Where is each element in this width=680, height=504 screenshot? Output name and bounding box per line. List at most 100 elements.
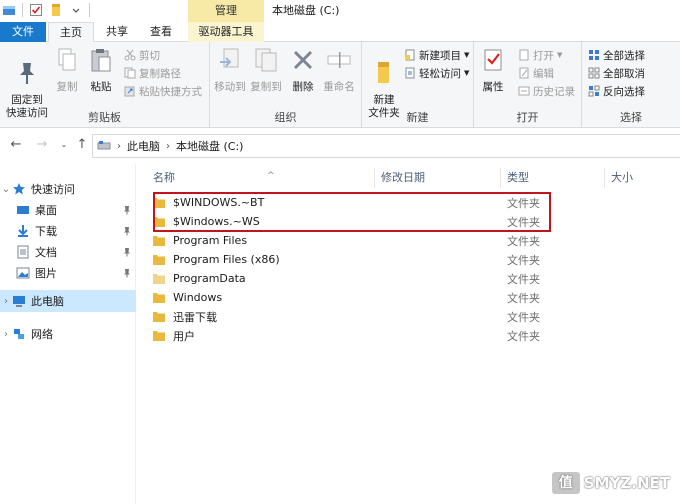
tab-drive-tools[interactable]: 驱动器工具 [188,22,264,42]
history-button[interactable]: 历史记录 [518,83,575,99]
chevron-down-icon: ▼ [464,51,470,59]
tab-view[interactable]: 查看 [140,22,182,42]
chevron-right-icon[interactable]: › [0,329,12,340]
list-item[interactable]: Program Files (x86) 文件夹 [153,250,553,269]
watermark-badge: 值 [551,472,580,494]
copy-path-label: 复制路径 [139,67,181,80]
file-name: 用户 [173,329,195,343]
select-none-button[interactable]: 全部取消 [588,65,645,81]
folder-icon [153,198,165,208]
delete-label: 删除 [292,81,314,93]
chevron-down-icon: ▼ [464,69,470,77]
list-item[interactable]: $WINDOWS.~BT 文件夹 [153,193,553,212]
list-item[interactable]: 迅雷下载 文件夹 [153,307,553,326]
sidebar-item-quick-access[interactable]: ⌄ 快速访问 [0,178,136,200]
new-item-icon [405,49,415,61]
open-group: 属性 打开 ▼ 编辑 历史记录 打开 [474,42,582,128]
sidebar-item-desktop[interactable]: 桌面 [0,199,136,221]
file-type: 文件夹 [507,272,540,286]
invert-selection-button[interactable]: 反向选择 [588,83,645,99]
column-header-type[interactable]: 类型 [501,168,605,188]
file-name: Windows [173,291,223,304]
tab-share[interactable]: 共享 [96,22,138,42]
move-to-button[interactable]: 移动到 [212,46,248,94]
select-group-label: 选择 [620,111,642,124]
edit-button[interactable]: 编辑 [518,65,554,81]
sidebar-item-downloads[interactable]: 下载 [0,220,136,242]
network-icon [14,329,24,339]
properties-label: 属性 [482,81,504,93]
sidebar-item-documents[interactable]: 文档 [0,241,136,263]
delete-button[interactable]: 删除 [288,46,318,94]
folder-icon [153,331,165,341]
open-label: 打开 [533,49,554,62]
address-bar[interactable]: › 此电脑 › 本地磁盘 (C:) [92,134,680,158]
chevron-right-icon[interactable]: › [0,296,12,307]
breadcrumb-chevron-icon[interactable]: › [166,141,170,152]
open-icon [519,49,529,61]
file-name: ProgramData [173,272,246,285]
easy-access-button[interactable]: 轻松访问 ▼ [404,65,469,81]
sidebar-item-this-pc[interactable]: › 此电脑 [0,290,136,312]
chevron-down-icon[interactable]: ⌄ [0,184,12,195]
copy-to-button[interactable]: 复制到 [248,46,284,94]
breadcrumb-this-pc[interactable]: 此电脑 [127,138,160,154]
tab-home[interactable]: 主页 [48,22,94,43]
new-item-button[interactable]: 新建项目 ▼ [404,47,469,63]
properties-button[interactable]: 属性 [478,46,508,94]
list-item[interactable]: ProgramData 文件夹 [153,269,553,288]
recent-locations-chevron-icon[interactable]: ⌄ [56,137,72,153]
drive-icon [97,141,111,150]
folder-icon [153,274,165,284]
file-type: 文件夹 [507,196,540,210]
select-all-button[interactable]: 全部选择 [588,47,645,63]
list-item[interactable]: 用户 文件夹 [153,326,553,345]
chevron-down-icon[interactable] [69,3,83,17]
file-type: 文件夹 [507,234,540,248]
column-header-modified[interactable]: 修改日期 [375,168,501,188]
list-item[interactable]: Program Files 文件夹 [153,231,553,250]
file-type: 文件夹 [507,253,540,267]
folder-icon [153,293,165,303]
cut-button[interactable]: 剪切 [124,47,160,63]
file-type: 文件夹 [507,329,540,343]
new-folder-icon[interactable] [49,3,63,17]
new-group: 新建 文件夹 新建项目 ▼ 轻松访问 ▼ 新建 [362,42,474,128]
file-name: $WINDOWS.~BT [173,196,265,209]
sidebar-item-pictures[interactable]: 图片 [0,262,136,284]
computer-icon [13,296,25,307]
tab-file[interactable]: 文件 [0,22,46,42]
sidebar-item-label: 快速访问 [31,183,75,196]
watermark-text: SMYZ.NET [583,474,670,492]
breadcrumb-chevron-icon[interactable]: › [117,141,121,152]
file-name: 迅雷下载 [173,310,217,324]
paste-button[interactable]: 粘贴 [86,46,116,94]
ribbon: 固定到 快速访问 复制 粘贴 剪切 复制路径 粘贴快捷方式 剪贴板 移动到 复制… [0,42,680,128]
column-header-size[interactable]: 大小 [605,168,680,188]
open-button[interactable]: 打开 ▼ [518,47,562,63]
copy-button[interactable]: 复制 [52,46,82,94]
manage-context-label[interactable]: 管理 [188,0,264,22]
new-item-label: 新建项目 [419,49,461,62]
paste-shortcut-button[interactable]: 粘贴快捷方式 [124,83,202,99]
select-none-icon [588,67,600,79]
forward-arrow-icon[interactable]: → [34,137,50,153]
explorer-icon[interactable] [2,3,16,17]
back-arrow-icon[interactable]: ← [8,137,24,153]
up-arrow-icon[interactable]: ↑ [74,137,90,153]
column-header-name[interactable]: ^ 名称 [147,168,375,188]
file-name: Program Files [173,234,248,247]
pin-icon [124,248,130,257]
sidebar-item-label: 网络 [31,328,53,341]
title-bar: 管理 本地磁盘 (C:) [0,0,680,22]
sidebar-item-network[interactable]: › 网络 [0,323,136,345]
desktop-icon [17,206,29,214]
rename-button[interactable]: 重命名 [320,46,358,94]
list-item[interactable]: $Windows.~WS 文件夹 [153,212,553,231]
list-item[interactable]: Windows 文件夹 [153,288,553,307]
file-name: Program Files (x86) [173,253,280,266]
breadcrumb-local-disk[interactable]: 本地磁盘 (C:) [176,138,243,154]
easy-access-icon [405,67,415,79]
copy-path-button[interactable]: 复制路径 [124,65,181,81]
properties-check-icon[interactable] [29,3,43,17]
